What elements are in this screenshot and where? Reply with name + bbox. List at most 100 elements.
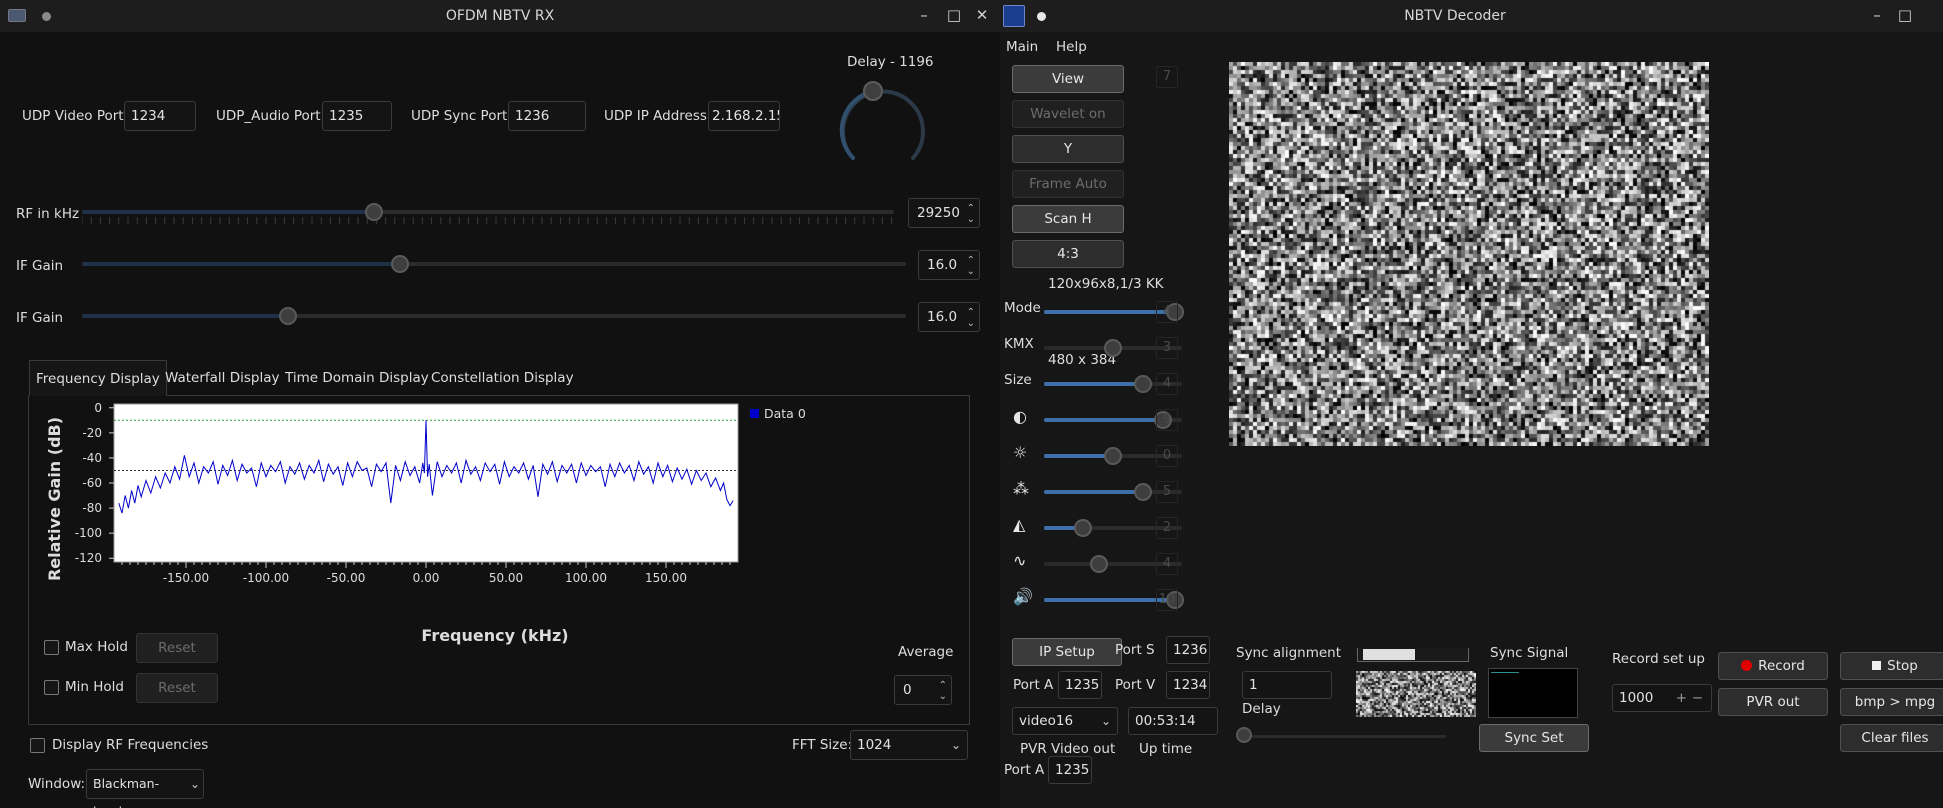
decoder-slider-handle[interactable] [1104, 447, 1122, 465]
udp-audio-port-input[interactable]: 1235 [322, 101, 392, 131]
udp-sync-port-input[interactable]: 1236 [508, 101, 586, 131]
max-hold-label: Max Hold [65, 639, 128, 655]
aspect-ratio-button[interactable]: 4:3 [1012, 240, 1124, 268]
tab-constellation-display[interactable]: Constellation Display [425, 360, 580, 396]
tab-frequency-display[interactable]: Frequency Display [29, 360, 167, 396]
display-rf-checkbox[interactable] [30, 738, 45, 753]
minus-icon[interactable]: − [1692, 685, 1703, 711]
uptime-field: 00:53:14 [1128, 707, 1218, 735]
if-gain-1-value: 16.0 [927, 257, 958, 273]
if-gain-2-fill [82, 314, 288, 318]
video-device-select[interactable]: video16 ⌄ [1012, 707, 1118, 735]
spin-up-icon[interactable]: ⌃ [967, 308, 975, 318]
tab-waterfall-display[interactable]: Waterfall Display [159, 360, 286, 396]
window-select[interactable]: Blackman-harris ⌄ [86, 769, 204, 808]
maximize-button[interactable]: □ [943, 4, 965, 26]
frame-auto-button[interactable]: Frame Auto [1012, 170, 1124, 198]
plus-icon[interactable]: + [1676, 685, 1687, 711]
y-tick-label: 0 [94, 401, 102, 415]
slider-value: 5 [1156, 481, 1178, 503]
maximize-button[interactable]: □ [1894, 4, 1916, 26]
spin-down-icon[interactable]: ⌄ [967, 215, 975, 225]
if-gain-1-fill [82, 262, 400, 266]
slider-value: 2 [1156, 517, 1178, 539]
frequency-chart: 0 -20 -40 -60 -80 -100 -120 -150.00 -100.00 -50.… [45, 401, 806, 645]
rf-slider-ticks [82, 217, 893, 224]
rf-slider-handle[interactable] [365, 203, 383, 221]
sync-delay-track[interactable] [1242, 735, 1446, 738]
udp-ip-input[interactable]: 2.168.2.15 [708, 101, 780, 131]
udp-video-label: UDP Video Port: [22, 108, 129, 124]
menu-help[interactable]: Help [1056, 39, 1087, 55]
spin-down-icon[interactable]: ⌄ [939, 692, 947, 702]
average-value: 0 [903, 682, 912, 698]
min-hold-reset-button[interactable]: Reset [136, 673, 218, 703]
minimize-button[interactable]: – [1866, 4, 1888, 26]
minimize-button[interactable]: – [913, 4, 935, 26]
sync-set-button[interactable]: Sync Set [1479, 724, 1589, 752]
rf-spinbox[interactable]: 29250 ⌃ ⌄ [908, 198, 980, 228]
port-v-input[interactable]: 1234 [1166, 671, 1210, 699]
rf-value: 29250 [917, 205, 960, 221]
decoder-slider-fill [1044, 490, 1143, 494]
if-gain-1-spinbox[interactable]: 16.0 ⌃ ⌄ [918, 250, 980, 280]
clear-files-button[interactable]: Clear files [1840, 724, 1943, 752]
spin-up-icon[interactable]: ⌃ [967, 256, 975, 266]
port-a2-input[interactable]: 1235 [1048, 756, 1092, 784]
fft-size-label: FFT Size: [792, 737, 853, 753]
x-tick-label: -100.00 [243, 571, 289, 585]
decoder-slider-fill [1044, 346, 1113, 350]
window-title: NBTV Decoder [1404, 8, 1506, 24]
udp-audio-label: UDP_Audio Port: [216, 108, 326, 124]
decoder-slider-handle[interactable] [1134, 375, 1152, 393]
slider-value: 9 [1156, 409, 1178, 431]
chart-x-label: Frequency (kHz) [421, 626, 568, 645]
view-button[interactable]: View [1012, 65, 1124, 93]
slider-value: 4 [1156, 553, 1178, 575]
record-value-input[interactable]: 1000 + − [1612, 684, 1712, 712]
ip-setup-button[interactable]: IP Setup [1012, 638, 1122, 666]
spin-down-icon[interactable]: ⌄ [967, 319, 975, 329]
pvr-out-button[interactable]: PVR out [1718, 688, 1828, 716]
y-tick-label: -20 [82, 426, 102, 440]
sync-delay-handle[interactable] [1236, 727, 1252, 743]
menu-main[interactable]: Main [1006, 39, 1038, 55]
udp-video-port-input[interactable]: 1234 [124, 101, 196, 131]
fft-size-select[interactable]: 1024 ⌄ [850, 730, 968, 760]
spin-up-icon[interactable]: ⌃ [939, 681, 947, 691]
decoder-slider-handle[interactable] [1134, 483, 1152, 501]
average-spinbox[interactable]: 0 ⌃ ⌄ [894, 675, 952, 705]
port-s-input[interactable]: 1236 [1166, 636, 1210, 664]
y-tick-label: -60 [82, 476, 102, 490]
if-gain-2-spinbox[interactable]: 16.0 ⌃ ⌄ [918, 302, 980, 332]
if-gain-1-handle[interactable] [391, 255, 409, 273]
spin-up-icon[interactable]: ⌃ [967, 204, 975, 214]
scan-h-button[interactable]: Scan H [1012, 205, 1124, 233]
udp-sync-label: UDP Sync Port: [411, 108, 512, 124]
close-button[interactable]: ✕ [971, 4, 993, 26]
decoder-slider-handle[interactable] [1090, 555, 1108, 573]
decoder-slider-handle[interactable] [1074, 519, 1092, 537]
format-text: 120x96x8,1/3 KK [1048, 276, 1164, 292]
if-gain-2-handle[interactable] [279, 307, 297, 325]
port-a-input[interactable]: 1235 [1058, 671, 1102, 699]
wavelet-button[interactable]: Wavelet on [1012, 100, 1124, 128]
delay-dial[interactable] [835, 78, 931, 170]
sync-alignment-input[interactable]: 1 [1242, 671, 1332, 699]
brightness-icon: ☼ [1013, 443, 1028, 462]
min-hold-checkbox[interactable] [44, 680, 59, 695]
record-dot-icon [1741, 660, 1753, 671]
legend-swatch [750, 409, 759, 418]
video-device-value: video16 [1019, 713, 1074, 729]
spin-down-icon[interactable]: ⌄ [967, 267, 975, 277]
stop-button[interactable]: Stop [1840, 652, 1943, 680]
decoder-slider-handle[interactable] [1104, 339, 1122, 357]
max-hold-reset-button[interactable]: Reset [136, 633, 218, 663]
record-button[interactable]: Record [1718, 652, 1828, 680]
bmp-to-mpg-button[interactable]: bmp > mpg [1840, 688, 1943, 716]
tab-time-domain-display[interactable]: Time Domain Display [279, 360, 435, 396]
max-hold-checkbox[interactable] [44, 640, 59, 655]
y-button[interactable]: Y [1012, 135, 1124, 163]
slider-label: Size [1004, 372, 1032, 388]
sync-signal-label: Sync Signal [1490, 645, 1569, 661]
